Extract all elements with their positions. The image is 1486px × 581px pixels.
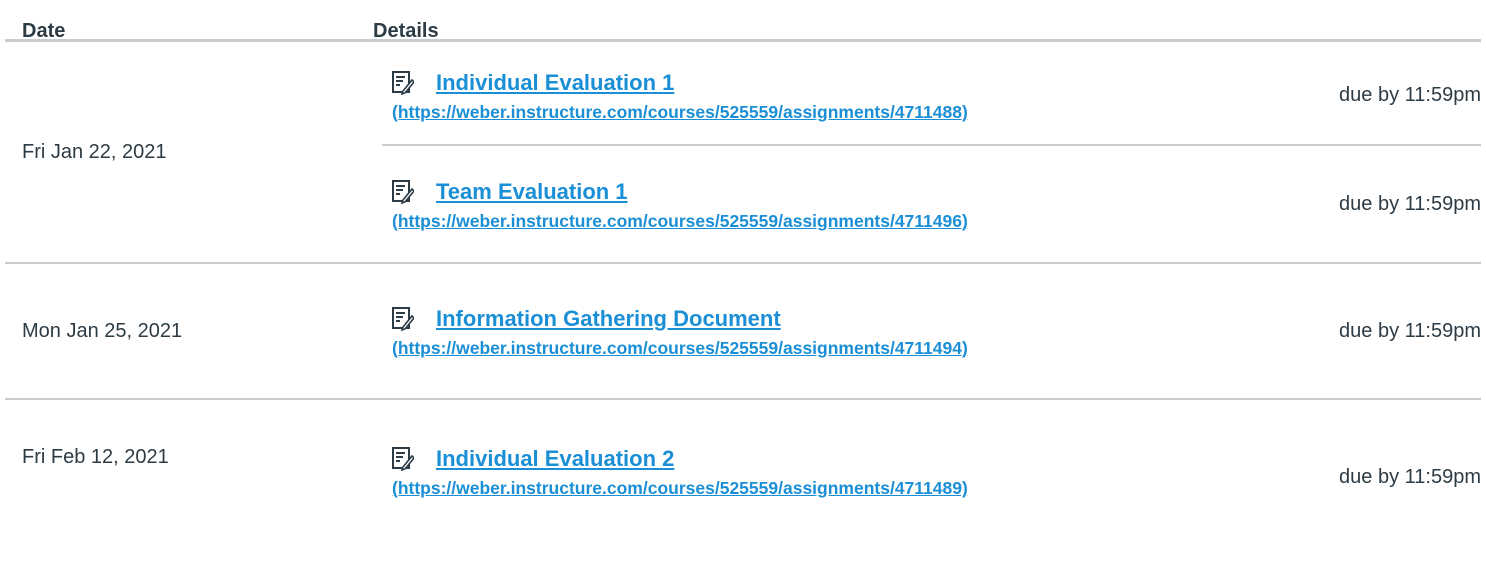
assignment-url-link[interactable]: (https://weber.instructure.com/courses/5…	[392, 478, 1277, 499]
assignment-row: Individual Evaluation 2 (https://weber.i…	[382, 400, 1481, 540]
assignment-url-link[interactable]: (https://weber.instructure.com/courses/5…	[392, 102, 1277, 123]
assignment-icon	[392, 179, 414, 204]
date-group: Mon Jan 25, 2021 Information Gathering D…	[5, 264, 1481, 400]
assignment-title-link[interactable]: Individual Evaluation 1	[436, 70, 674, 96]
date-column-header: Date	[22, 20, 66, 42]
assignment-list: Individual Evaluation 1 (https://weber.i…	[382, 42, 1481, 262]
due-time: due by 11:59pm	[1339, 83, 1481, 106]
assignment-row: Information Gathering Document (https://…	[382, 264, 1481, 398]
date-group: Fri Feb 12, 2021 Individual Evaluation 2	[5, 400, 1481, 540]
assignment-list: Information Gathering Document (https://…	[382, 264, 1481, 398]
date-label: Fri Feb 12, 2021	[22, 446, 169, 468]
assignment-url-link[interactable]: (https://weber.instructure.com/courses/5…	[392, 211, 1277, 232]
assignment-icon	[392, 70, 414, 95]
assignment-row: Individual Evaluation 1 (https://weber.i…	[382, 46, 1481, 146]
date-cell: Fri Jan 22, 2021	[5, 42, 382, 262]
assignment-icon	[392, 447, 414, 471]
due-time: due by 11:59pm	[1339, 466, 1481, 488]
assignment-icon	[392, 306, 414, 331]
date-cell: Fri Feb 12, 2021	[5, 400, 382, 540]
table-header: Date Details	[5, 0, 1481, 42]
date-cell: Mon Jan 25, 2021	[5, 264, 382, 398]
syllabus-summary: Date Details Fri Jan 22, 2021 Individual…	[0, 0, 1486, 581]
details-column-header: Details	[373, 20, 439, 42]
assignment-title-link[interactable]: Individual Evaluation 2	[436, 446, 674, 472]
assignment-list: Individual Evaluation 2 (https://weber.i…	[382, 400, 1481, 540]
assignment-title-link[interactable]: Team Evaluation 1	[436, 179, 628, 205]
due-time: due by 11:59pm	[1339, 192, 1481, 215]
due-time: due by 11:59pm	[1339, 319, 1481, 342]
date-label: Mon Jan 25, 2021	[22, 319, 183, 342]
assignment-row: Team Evaluation 1 (https://weber.instruc…	[382, 146, 1481, 262]
date-group: Fri Jan 22, 2021 Individual Evaluation 1	[5, 42, 1481, 264]
date-label: Fri Jan 22, 2021	[22, 140, 167, 163]
assignment-url-link[interactable]: (https://weber.instructure.com/courses/5…	[392, 338, 1277, 359]
assignment-title-link[interactable]: Information Gathering Document	[436, 306, 781, 332]
